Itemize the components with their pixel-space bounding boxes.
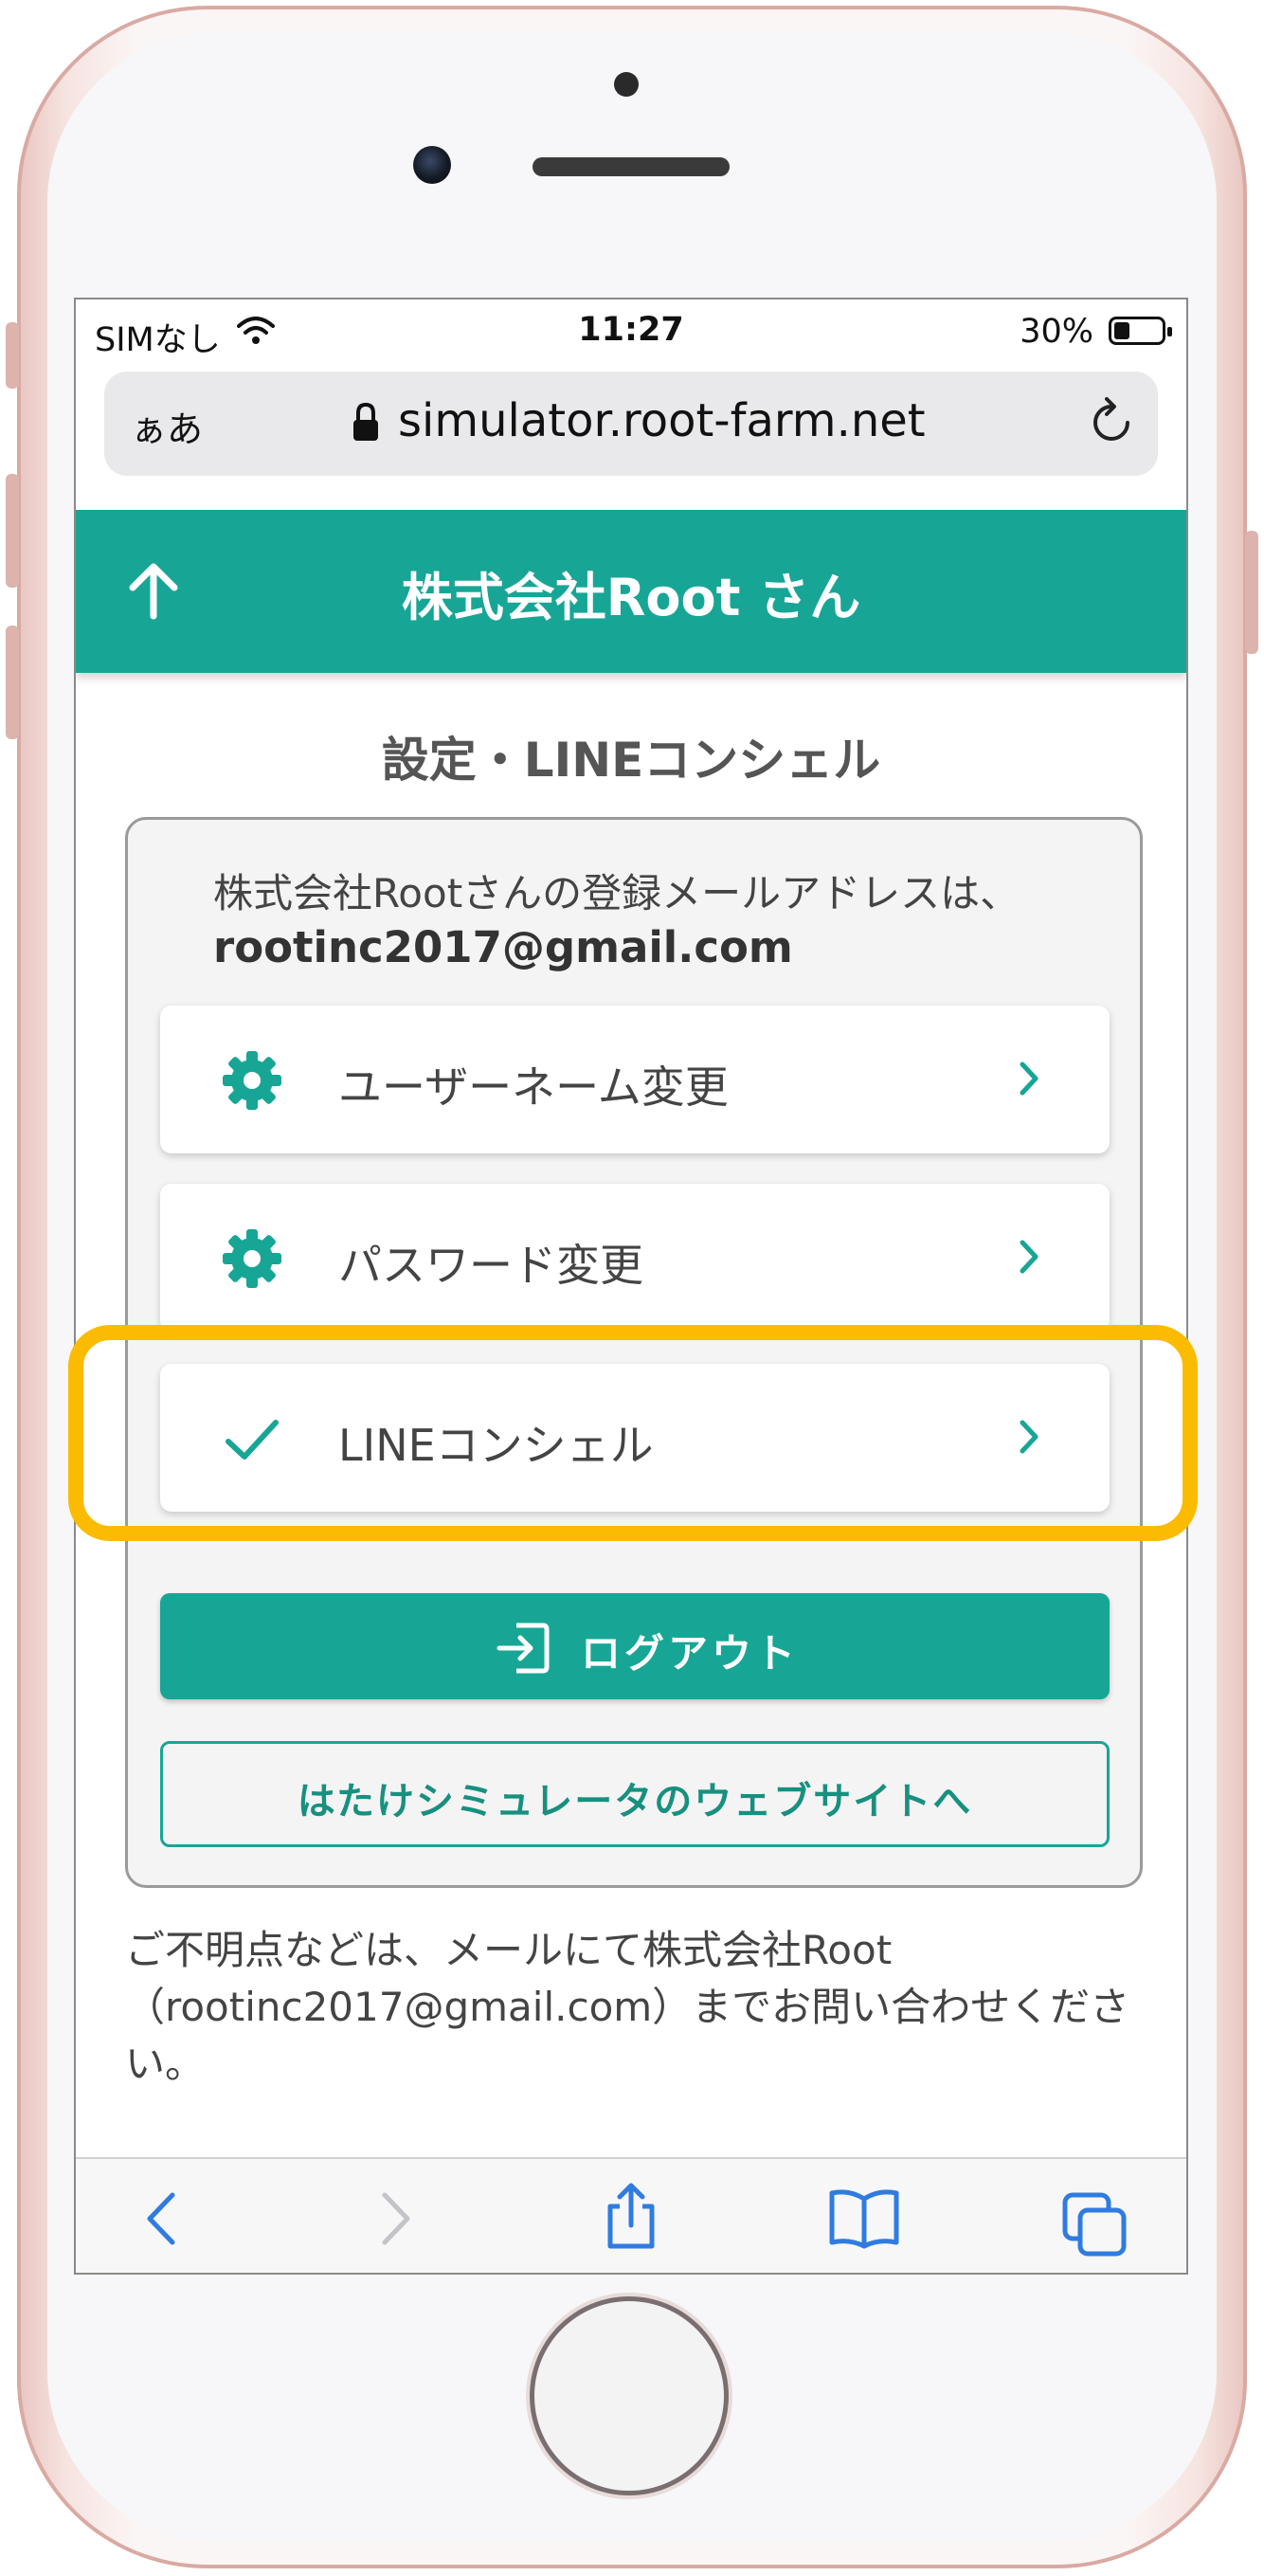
menu-item-label: ユーザーネーム変更 <box>338 1061 729 1113</box>
email-lead-text: 株式会社Rootさんの登録メールアドレスは、 <box>213 870 1020 916</box>
url-text[interactable]: simulator.root-farm.net <box>398 394 926 447</box>
page-title: 設定・LINEコンシェル <box>381 733 881 788</box>
home-button[interactable] <box>534 2301 724 2491</box>
menu-item-label: パスワード変更 <box>338 1240 643 1291</box>
menu-item-password[interactable]: パスワード変更 <box>160 1184 1110 1332</box>
gear-icon <box>223 1229 281 1288</box>
bookmarks-icon[interactable] <box>826 2187 902 2250</box>
battery-percent: 30% <box>1020 313 1093 351</box>
menu-item-username[interactable]: ユーザーネーム変更 <box>160 1006 1110 1153</box>
battery-icon <box>1109 317 1172 345</box>
highlight-box <box>68 1325 1198 1541</box>
app-header: 株式会社Root さん <box>76 510 1186 673</box>
volume-up-button <box>6 474 19 588</box>
proximity-sensor <box>614 72 639 97</box>
browser-toolbar <box>76 2157 1186 2273</box>
logout-button[interactable]: ログアウト <box>160 1593 1110 1699</box>
screen: SIMなし 11:27 30% ぁあ simulator.root-farm.n… <box>74 298 1188 2275</box>
share-icon[interactable] <box>601 2180 661 2252</box>
gear-icon <box>223 1051 281 1110</box>
front-camera <box>413 146 451 184</box>
header-title: 株式会社Root さん <box>401 568 861 627</box>
registered-email: rootinc2017@gmail.com <box>213 922 793 972</box>
reload-icon[interactable] <box>1086 394 1139 451</box>
logout-icon <box>497 1623 550 1674</box>
forward-icon[interactable] <box>373 2187 419 2250</box>
website-link-button[interactable]: はたけシミュレータのウェブサイトへ <box>160 1741 1110 1847</box>
lock-icon <box>353 402 378 441</box>
address-bar[interactable]: ぁあ simulator.root-farm.net <box>104 372 1158 476</box>
earpiece-speaker <box>533 157 730 176</box>
text-size-button[interactable]: ぁあ <box>131 400 203 452</box>
chevron-right-icon <box>1020 1061 1038 1096</box>
status-bar: SIMなし 11:27 30% <box>76 299 1186 366</box>
mute-switch <box>6 322 19 389</box>
website-link-label: はたけシミュレータのウェブサイトへ <box>297 1780 973 1823</box>
back-icon[interactable] <box>138 2187 184 2250</box>
logout-label: ログアウト <box>581 1630 800 1677</box>
contact-note: ご不明点などは、メールにて株式会社Root（rootinc2017@gmail.… <box>125 1927 1130 2087</box>
power-button <box>1245 531 1258 654</box>
volume-down-button <box>6 626 19 739</box>
chevron-right-icon <box>1020 1240 1038 1274</box>
tabs-icon[interactable] <box>1061 2191 1129 2259</box>
